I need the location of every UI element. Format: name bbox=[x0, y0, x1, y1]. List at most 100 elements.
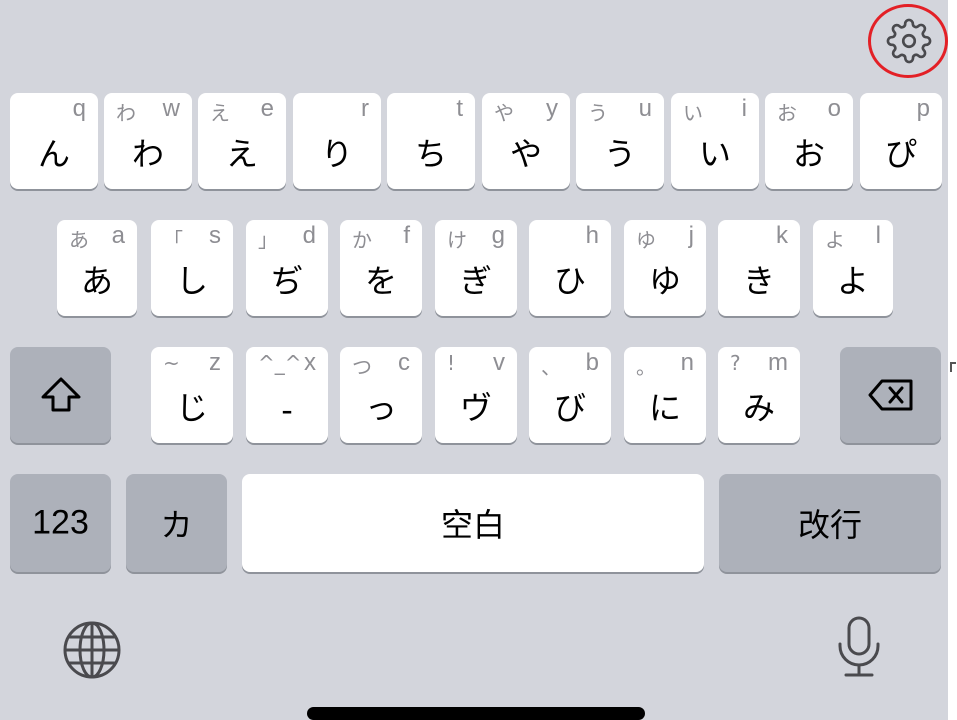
key-hi[interactable]: h ひ bbox=[529, 220, 611, 316]
key-ri[interactable]: r り bbox=[293, 93, 381, 189]
key-u[interactable]: う u う bbox=[576, 93, 664, 189]
key-latin: l bbox=[875, 222, 881, 249]
key-kana: ん bbox=[37, 135, 70, 173]
key-hint: ! bbox=[447, 351, 456, 375]
home-indicator bbox=[307, 707, 645, 720]
key-hint: ~ bbox=[163, 351, 180, 375]
key-e[interactable]: え e え bbox=[198, 93, 286, 189]
key-hint: ^_^ bbox=[258, 351, 302, 375]
key-latin: b bbox=[585, 349, 599, 376]
key-kana: あ bbox=[80, 262, 113, 300]
key-di[interactable]: 」 d ぢ bbox=[246, 220, 328, 316]
key-bi[interactable]: 、 b び bbox=[529, 347, 611, 443]
key-kana: ぢ bbox=[270, 262, 303, 300]
key-chi[interactable]: t ち bbox=[387, 93, 475, 189]
key-pi[interactable]: p ぴ bbox=[860, 93, 942, 189]
right-edge-strip bbox=[948, 0, 957, 720]
key-latin: v bbox=[493, 349, 505, 376]
key-hint: あ bbox=[69, 228, 89, 252]
key-ni[interactable]: 。 n に bbox=[624, 347, 706, 443]
key-kana: お bbox=[792, 135, 825, 173]
key-mi[interactable]: ? m み bbox=[718, 347, 800, 443]
key-kana: っ bbox=[364, 389, 397, 427]
key-latin: q bbox=[72, 95, 86, 122]
gear-icon bbox=[886, 18, 932, 64]
key-hint: か bbox=[352, 228, 372, 252]
shift-icon bbox=[41, 377, 80, 412]
key-dash[interactable]: ^_^ x - bbox=[246, 347, 328, 443]
microphone-icon[interactable] bbox=[836, 616, 882, 678]
key-hint: わ bbox=[116, 101, 136, 125]
key-wo[interactable]: か f を bbox=[340, 220, 422, 316]
key-kana: ち bbox=[414, 135, 447, 173]
key-latin: g bbox=[491, 222, 505, 249]
key-latin: e bbox=[260, 95, 274, 122]
key-latin: c bbox=[398, 349, 410, 376]
key-latin: w bbox=[162, 95, 180, 122]
key-ki[interactable]: k き bbox=[718, 220, 800, 316]
key-yu[interactable]: ゆ j ゆ bbox=[624, 220, 706, 316]
key-kana: え bbox=[225, 135, 258, 173]
key-kana: わ bbox=[131, 135, 164, 173]
key-hint: や bbox=[494, 101, 514, 125]
key-shi[interactable]: 「 s し bbox=[151, 220, 233, 316]
key-kana: ゆ bbox=[648, 262, 681, 300]
return-key[interactable]: 改行 bbox=[719, 474, 941, 572]
shift-key[interactable] bbox=[10, 347, 111, 443]
key-vu[interactable]: ! v ヴ bbox=[435, 347, 517, 443]
key-ji[interactable]: ~ z じ bbox=[151, 347, 233, 443]
key-o[interactable]: お o お bbox=[765, 93, 853, 189]
numbers-key-label: 123 bbox=[32, 503, 89, 542]
settings-button[interactable] bbox=[868, 4, 950, 80]
key-kana: み bbox=[742, 389, 775, 427]
key-latin: u bbox=[638, 95, 652, 122]
key-kana: ひ bbox=[553, 262, 586, 300]
space-key[interactable]: 空白 bbox=[242, 474, 704, 572]
key-kana: き bbox=[742, 262, 775, 300]
key-kana: や bbox=[509, 135, 542, 173]
key-hint: 「 bbox=[163, 228, 183, 252]
key-kana: い bbox=[698, 135, 731, 173]
key-n[interactable]: q ん bbox=[10, 93, 98, 189]
key-latin: x bbox=[304, 349, 316, 376]
key-kana: う bbox=[603, 135, 636, 173]
kana-key-label: カ bbox=[160, 506, 193, 544]
space-key-label: 空白 bbox=[440, 506, 505, 544]
key-hint: ? bbox=[730, 351, 741, 375]
key-latin: i bbox=[741, 95, 747, 122]
key-kana: に bbox=[648, 389, 681, 427]
key-hint: よ bbox=[825, 228, 845, 252]
key-i[interactable]: い i い bbox=[671, 93, 759, 189]
key-kana: り bbox=[320, 135, 353, 173]
key-latin: h bbox=[585, 222, 599, 249]
key-latin: k bbox=[776, 222, 788, 249]
key-gi[interactable]: け g ぎ bbox=[435, 220, 517, 316]
key-latin: f bbox=[403, 222, 410, 249]
key-hint: け bbox=[447, 228, 467, 252]
key-latin: j bbox=[688, 222, 694, 249]
key-small-tsu[interactable]: つ c っ bbox=[340, 347, 422, 443]
key-yo[interactable]: よ l よ bbox=[813, 220, 893, 316]
key-latin: d bbox=[302, 222, 316, 249]
key-ya[interactable]: や y や bbox=[482, 93, 570, 189]
key-a[interactable]: あ a あ bbox=[57, 220, 137, 316]
numbers-key[interactable]: 123 bbox=[10, 474, 111, 572]
kana-key[interactable]: カ bbox=[126, 474, 227, 572]
key-kana: - bbox=[281, 391, 293, 429]
key-kana: ぴ bbox=[884, 135, 917, 173]
delete-key[interactable] bbox=[840, 347, 941, 443]
key-latin: z bbox=[209, 349, 221, 376]
key-hint: 、 bbox=[541, 355, 561, 379]
key-hint: い bbox=[683, 101, 703, 125]
key-wa[interactable]: わ w わ bbox=[104, 93, 192, 189]
key-latin: r bbox=[361, 95, 369, 122]
key-kana: し bbox=[175, 262, 208, 300]
delete-icon bbox=[868, 379, 912, 411]
globe-icon[interactable] bbox=[62, 620, 122, 680]
key-hint: つ bbox=[352, 355, 372, 379]
key-latin: s bbox=[209, 222, 221, 249]
key-latin: m bbox=[768, 349, 788, 376]
key-kana: じ bbox=[175, 389, 208, 427]
key-kana: よ bbox=[836, 262, 869, 300]
key-kana: ぎ bbox=[459, 262, 492, 300]
